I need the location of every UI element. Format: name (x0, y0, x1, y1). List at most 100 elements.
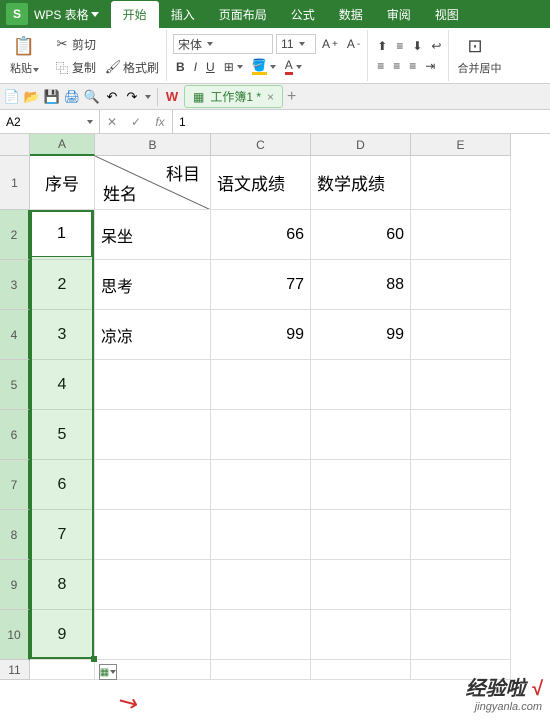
cell-E11[interactable] (411, 660, 511, 680)
cell-D3[interactable]: 88 (311, 260, 411, 310)
name-box[interactable]: A2 (0, 110, 100, 133)
cancel-formula-button[interactable]: ✕ (100, 115, 124, 129)
cell-B6[interactable] (95, 410, 211, 460)
cell-B1[interactable]: 科目姓名 (95, 156, 211, 210)
cell-A10[interactable]: 9 (30, 610, 95, 660)
open-button[interactable]: 📂 (24, 89, 40, 105)
tab-data[interactable]: 数据 (327, 1, 375, 28)
grid-body[interactable]: 序号科目姓名语文成绩数学成绩1呆坐66602思考77883凉凉999945678… (30, 156, 511, 680)
close-tab-button[interactable]: × (267, 90, 274, 104)
cell-D4[interactable]: 99 (311, 310, 411, 360)
row-header-4[interactable]: 4 (0, 310, 30, 360)
accept-formula-button[interactable]: ✓ (124, 115, 148, 129)
row-header-1[interactable]: 1 (0, 156, 30, 210)
copy-button[interactable]: ⿻复制 (51, 57, 99, 78)
row-header-9[interactable]: 9 (0, 560, 30, 610)
cell-E4[interactable] (411, 310, 511, 360)
redo-button[interactable]: ↷ (124, 89, 140, 105)
align-middle-button[interactable]: ≡ (393, 37, 406, 55)
cell-A2[interactable]: 1 (30, 210, 95, 260)
row-header-6[interactable]: 6 (0, 410, 30, 460)
cell-A7[interactable]: 6 (30, 460, 95, 510)
qat-more-icon[interactable] (145, 95, 151, 99)
cell-C2[interactable]: 66 (211, 210, 311, 260)
fill-color-button[interactable]: 🪣 (249, 56, 279, 77)
align-left-button[interactable]: ≡ (374, 57, 387, 75)
tab-view[interactable]: 视图 (423, 1, 471, 28)
format-painter-button[interactable]: 🖌格式刷 (102, 57, 162, 78)
cell-D8[interactable] (311, 510, 411, 560)
paste-button[interactable]: 📋 粘贴 (4, 34, 45, 78)
tab-insert[interactable]: 插入 (159, 1, 207, 28)
column-header-C[interactable]: C (211, 134, 311, 156)
decrease-font-button[interactable]: A- (344, 35, 363, 53)
cell-B5[interactable] (95, 360, 211, 410)
cell-A8[interactable]: 7 (30, 510, 95, 560)
column-header-D[interactable]: D (311, 134, 411, 156)
cell-C3[interactable]: 77 (211, 260, 311, 310)
tab-formula[interactable]: 公式 (279, 1, 327, 28)
cell-A9[interactable]: 8 (30, 560, 95, 610)
row-header-3[interactable]: 3 (0, 260, 30, 310)
column-header-B[interactable]: B (95, 134, 211, 156)
cell-E1[interactable] (411, 156, 511, 210)
cell-A6[interactable]: 5 (30, 410, 95, 460)
cell-A3[interactable]: 2 (30, 260, 95, 310)
row-header-10[interactable]: 10 (0, 610, 30, 660)
cell-C5[interactable] (211, 360, 311, 410)
app-menu-caret-icon[interactable] (91, 12, 99, 17)
underline-button[interactable]: U (203, 58, 218, 76)
cut-button[interactable]: ✂剪切 (51, 34, 162, 55)
merge-cells-button[interactable]: ⊡ 合并居中 (451, 34, 507, 78)
indent-button[interactable]: ⇥ (422, 57, 438, 75)
cell-E9[interactable] (411, 560, 511, 610)
cell-C8[interactable] (211, 510, 311, 560)
cell-E7[interactable] (411, 460, 511, 510)
new-tab-button[interactable]: + (287, 88, 296, 106)
save-button[interactable]: 💾 (44, 89, 60, 105)
row-header-8[interactable]: 8 (0, 510, 30, 560)
cell-B9[interactable] (95, 560, 211, 610)
cell-D6[interactable] (311, 410, 411, 460)
align-center-button[interactable]: ≡ (390, 57, 403, 75)
cell-D5[interactable] (311, 360, 411, 410)
cell-C1[interactable]: 语文成绩 (211, 156, 311, 210)
column-header-A[interactable]: A (30, 134, 95, 156)
new-button[interactable]: 📄 (4, 89, 20, 105)
select-all-corner[interactable] (0, 134, 30, 156)
preview-button[interactable]: 🔍 (84, 89, 100, 105)
cell-E10[interactable] (411, 610, 511, 660)
cell-A1[interactable]: 序号 (30, 156, 95, 210)
cell-B4[interactable]: 凉凉 (95, 310, 211, 360)
row-header-5[interactable]: 5 (0, 360, 30, 410)
cell-D2[interactable]: 60 (311, 210, 411, 260)
cell-D10[interactable] (311, 610, 411, 660)
increase-font-button[interactable]: A+ (319, 35, 341, 53)
document-tab[interactable]: ▦ 工作簿1 * × (184, 85, 283, 108)
formula-input[interactable]: 1 (173, 110, 550, 133)
cell-E2[interactable] (411, 210, 511, 260)
wps-w-icon[interactable]: W (164, 89, 180, 105)
row-header-11[interactable]: 11 (0, 660, 30, 680)
border-button[interactable]: ⊞ (221, 58, 246, 76)
cell-A4[interactable]: 3 (30, 310, 95, 360)
cell-A11[interactable] (30, 660, 95, 680)
cell-E6[interactable] (411, 410, 511, 460)
tab-review[interactable]: 审阅 (375, 1, 423, 28)
cell-C6[interactable] (211, 410, 311, 460)
tab-layout[interactable]: 页面布局 (207, 1, 279, 28)
align-bottom-button[interactable]: ⬇ (409, 37, 425, 55)
cell-C11[interactable] (211, 660, 311, 680)
column-header-E[interactable]: E (411, 134, 511, 156)
autofill-options-button[interactable]: ▦ (99, 664, 117, 680)
cell-B8[interactable] (95, 510, 211, 560)
align-right-button[interactable]: ≡ (406, 57, 419, 75)
row-header-7[interactable]: 7 (0, 460, 30, 510)
tab-start[interactable]: 开始 (111, 1, 159, 28)
wrap-text-button[interactable]: ↩ (428, 37, 444, 55)
fx-button[interactable]: fx (148, 115, 172, 129)
print-button[interactable]: 🖨 (64, 89, 80, 105)
cell-C7[interactable] (211, 460, 311, 510)
bold-button[interactable]: B (173, 58, 188, 76)
font-color-button[interactable]: A (282, 56, 305, 77)
